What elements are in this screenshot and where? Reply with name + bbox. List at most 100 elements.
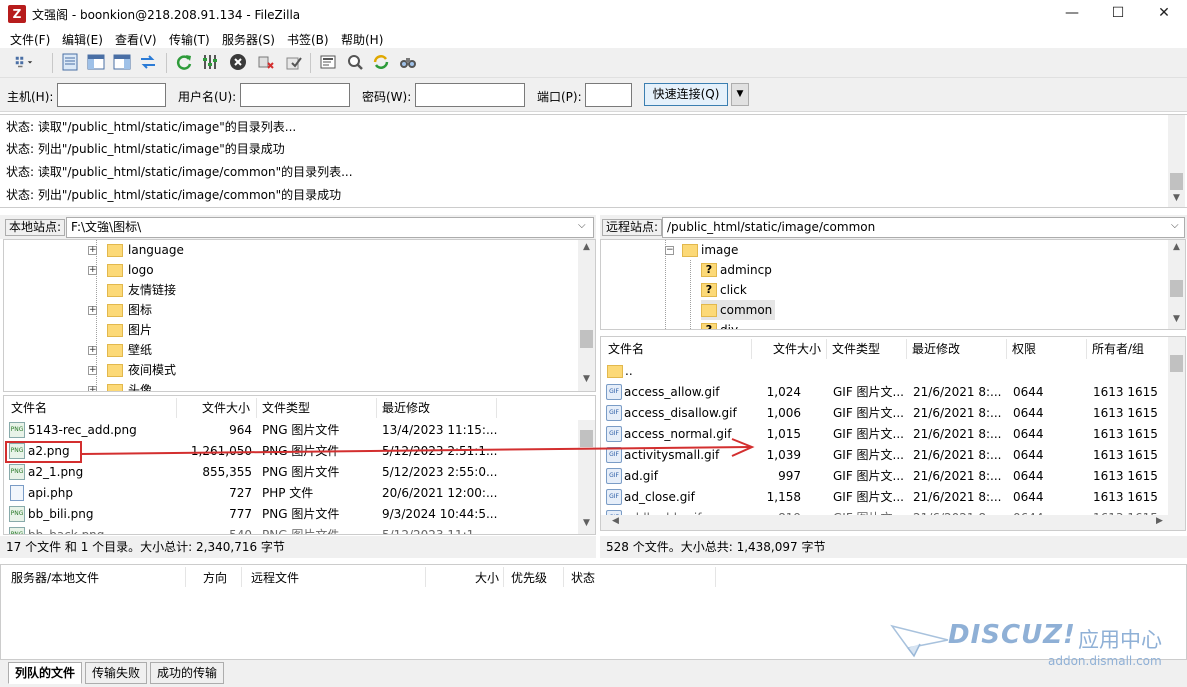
column-header-permissions[interactable]: 权限 — [1012, 337, 1036, 361]
column-divider[interactable] — [503, 567, 504, 587]
column-divider[interactable] — [906, 339, 907, 359]
username-input[interactable] — [240, 83, 350, 107]
collapse-icon[interactable]: − — [665, 246, 674, 255]
file-row[interactable]: GIF access_allow.gif 1,024 GIF 图片文... 21… — [601, 382, 1167, 403]
scrollbar-thumb[interactable] — [1170, 173, 1183, 190]
column-divider[interactable] — [425, 567, 426, 587]
tab-failed-transfers[interactable]: 传输失败 — [85, 662, 148, 684]
remote-tree-scrollbar[interactable]: ▲ ▼ — [1168, 240, 1185, 329]
expand-icon[interactable]: + — [88, 306, 97, 315]
column-divider[interactable] — [185, 567, 186, 587]
log-scrollbar[interactable]: ▼ — [1168, 115, 1185, 207]
minimize-button[interactable]: — — [1062, 4, 1082, 22]
expand-icon[interactable]: + — [88, 266, 97, 275]
site-manager-icon[interactable] — [6, 51, 42, 73]
scroll-left-icon[interactable]: ◀ — [607, 516, 624, 526]
port-input[interactable] — [585, 83, 632, 107]
column-divider[interactable] — [376, 398, 377, 418]
column-header-type[interactable]: 文件类型 — [262, 396, 310, 420]
menu-help[interactable]: 帮助(H) — [341, 31, 383, 48]
password-input[interactable] — [415, 83, 525, 107]
expand-icon[interactable]: + — [88, 366, 97, 375]
expand-icon[interactable]: + — [88, 346, 97, 355]
tab-queued-files[interactable]: 列队的文件 — [8, 662, 83, 684]
scroll-down-icon[interactable]: ▼ — [578, 518, 595, 528]
queue-col-direction[interactable]: 方向 — [203, 567, 227, 589]
tree-item-selected[interactable]: common — [701, 300, 775, 320]
quickconnect-button[interactable]: 快速连接(Q) — [644, 83, 728, 106]
menu-edit[interactable]: 编辑(E) — [62, 31, 103, 48]
toggle-local-tree-icon[interactable] — [85, 51, 107, 73]
cancel-icon[interactable] — [227, 51, 249, 73]
expand-icon[interactable]: + — [88, 246, 97, 255]
column-header-type[interactable]: 文件类型 — [832, 337, 880, 361]
file-row[interactable]: GIF ad_close.gif 1,158 GIF 图片文... 21/6/2… — [601, 487, 1167, 508]
remote-list-hscrollbar[interactable]: ◀ ▶ — [601, 515, 1185, 530]
compare-icon[interactable] — [344, 51, 366, 73]
queue-col-server-local[interactable]: 服务器/本地文件 — [11, 567, 99, 589]
refresh-icon[interactable] — [173, 51, 195, 73]
menu-file[interactable]: 文件(F) — [10, 31, 50, 48]
scroll-up-icon[interactable]: ▲ — [1168, 242, 1185, 252]
column-divider[interactable] — [256, 398, 257, 418]
column-divider[interactable] — [751, 339, 752, 359]
scroll-right-icon[interactable]: ▶ — [1151, 516, 1168, 526]
file-row[interactable]: GIF access_disallow.gif 1,006 GIF 图片文...… — [601, 403, 1167, 424]
queue-col-priority[interactable]: 优先级 — [511, 567, 547, 589]
column-divider[interactable] — [826, 339, 827, 359]
chevron-down-icon[interactable]: ⌵ — [1171, 220, 1179, 231]
host-input[interactable] — [57, 83, 166, 107]
file-row[interactable]: PNG a2_1.png 855,355 PNG 图片文件 5/12/2023 … — [4, 462, 576, 483]
process-queue-icon[interactable] — [199, 51, 221, 73]
scroll-down-icon[interactable]: ▼ — [1168, 193, 1185, 203]
column-header-modified[interactable]: 最近修改 — [382, 396, 430, 420]
column-header-name[interactable]: 文件名 — [608, 337, 644, 361]
column-header-name[interactable]: 文件名 — [11, 396, 47, 420]
column-header-size[interactable]: 文件大小 — [202, 396, 250, 420]
toggle-remote-tree-icon[interactable] — [111, 51, 133, 73]
file-row[interactable]: api.php 727 PHP 文件 20/6/2021 12:00:... — [4, 483, 576, 504]
reconnect-icon[interactable] — [282, 51, 304, 73]
expand-icon[interactable]: + — [88, 386, 97, 391]
quickconnect-history-dropdown[interactable]: ▼ — [731, 83, 749, 106]
remote-list-scrollbar[interactable] — [1168, 337, 1185, 515]
column-divider[interactable] — [241, 567, 242, 587]
tab-successful-transfers[interactable]: 成功的传输 — [150, 662, 225, 684]
scrollbar-thumb[interactable] — [580, 330, 593, 348]
column-divider[interactable] — [1086, 339, 1087, 359]
file-row[interactable]: PNG bb_back.png 540 PNG 图片文件 5/12/2023 1… — [4, 525, 576, 534]
menu-view[interactable]: 查看(V) — [115, 31, 157, 48]
menu-server[interactable]: 服务器(S) — [222, 31, 275, 48]
scrollbar-thumb[interactable] — [1170, 355, 1183, 372]
column-divider[interactable] — [496, 398, 497, 418]
scroll-down-icon[interactable]: ▼ — [1168, 314, 1185, 324]
maximize-button[interactable]: ☐ — [1108, 4, 1128, 22]
queue-col-remote[interactable]: 远程文件 — [251, 567, 299, 589]
file-row[interactable]: PNG bb_bili.png 777 PNG 图片文件 9/3/2024 10… — [4, 504, 576, 525]
column-divider[interactable] — [176, 398, 177, 418]
column-divider[interactable] — [715, 567, 716, 587]
column-divider[interactable] — [563, 567, 564, 587]
filter-icon[interactable] — [317, 51, 339, 73]
scrollbar-thumb[interactable] — [1170, 280, 1183, 297]
menu-bookmarks[interactable]: 书签(B) — [287, 31, 329, 48]
queue-col-status[interactable]: 状态 — [571, 567, 595, 589]
remote-path-input[interactable]: /public_html/static/image/common — [662, 217, 1185, 238]
column-divider[interactable] — [1006, 339, 1007, 359]
chevron-down-icon[interactable]: ⌵ — [578, 220, 586, 231]
local-path-input[interactable]: F:\文強\图标\ — [66, 217, 594, 238]
column-header-modified[interactable]: 最近修改 — [912, 337, 960, 361]
column-header-size[interactable]: 文件大小 — [773, 337, 821, 361]
file-row-parent[interactable]: .. — [601, 361, 1167, 382]
menu-transfer[interactable]: 传输(T) — [169, 31, 210, 48]
queue-col-size[interactable]: 大小 — [475, 567, 499, 589]
scroll-up-icon[interactable]: ▲ — [578, 242, 595, 252]
scroll-down-icon[interactable]: ▼ — [578, 374, 595, 384]
toggle-log-icon[interactable] — [59, 51, 81, 73]
local-tree-scrollbar[interactable]: ▲ ▼ — [578, 240, 595, 391]
disconnect-icon[interactable] — [255, 51, 277, 73]
column-header-owner[interactable]: 所有者/组 — [1092, 337, 1144, 361]
search-icon[interactable] — [397, 51, 419, 73]
toggle-queue-icon[interactable] — [137, 51, 159, 73]
file-row[interactable]: GIF ad.gif 997 GIF 图片文... 21/6/2021 8:..… — [601, 466, 1167, 487]
